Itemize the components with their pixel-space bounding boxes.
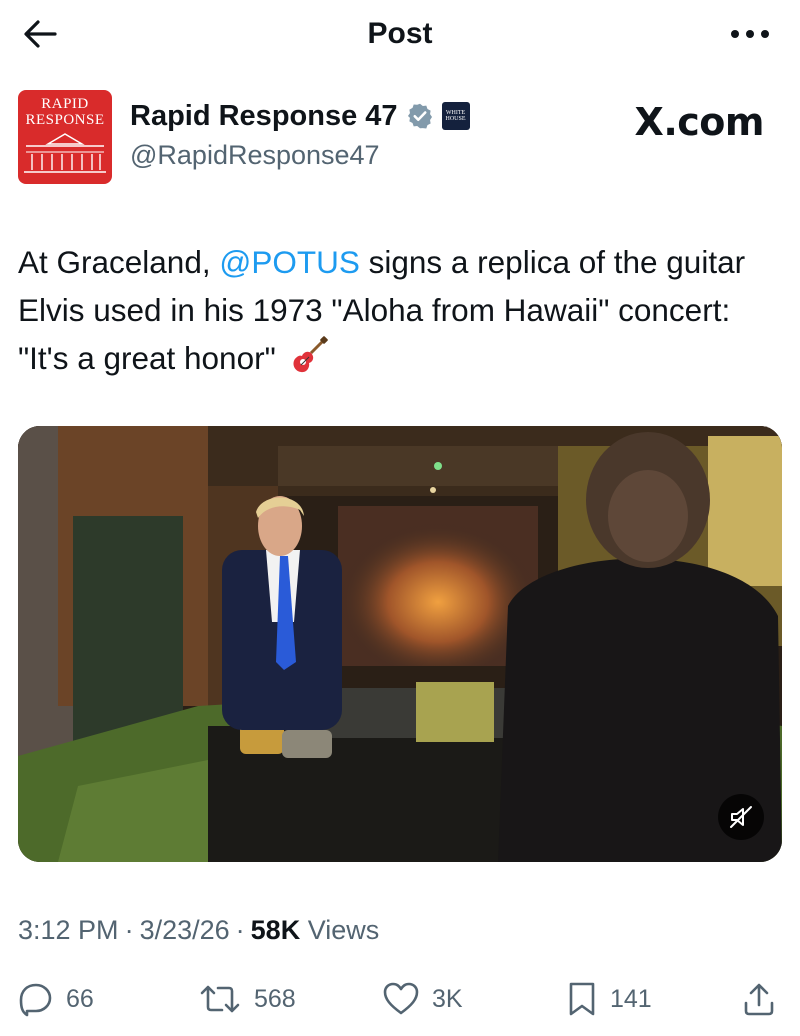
mention-link[interactable]: @POTUS xyxy=(219,244,360,280)
avatar-line-2: RESPONSE xyxy=(25,112,105,128)
share-icon xyxy=(744,983,774,1016)
views-count[interactable]: 58K xyxy=(251,915,301,945)
top-bar: Post xyxy=(0,0,800,66)
post-meta: 3:12 PM · 3/23/26 · 58K Views xyxy=(18,910,379,950)
heart-icon xyxy=(383,982,419,1015)
share-button[interactable] xyxy=(742,974,776,1024)
repost-icon xyxy=(200,985,240,1013)
page-title: Post xyxy=(367,17,433,50)
author-name-row: Rapid Response 47 WHITE HOUSE xyxy=(130,96,470,136)
guitar-emoji-icon xyxy=(293,336,328,373)
video-frame xyxy=(18,426,782,862)
source-label: X.com xyxy=(634,100,765,144)
affiliation-line-2: HOUSE xyxy=(445,116,466,122)
avatar-line-1: RAPID xyxy=(41,96,89,112)
more-options-button[interactable] xyxy=(722,14,778,54)
bookmark-button[interactable]: 141 xyxy=(566,974,652,1024)
white-house-affiliation-badge[interactable]: WHITE HOUSE xyxy=(441,102,470,130)
author-name[interactable]: Rapid Response 47 xyxy=(130,100,398,133)
repost-count: 568 xyxy=(254,984,296,1013)
like-count: 3K xyxy=(432,984,463,1013)
avatar[interactable]: RAPID RESPONSE xyxy=(18,90,112,184)
muted-speaker-icon xyxy=(730,806,752,828)
post-time[interactable]: 3:12 PM xyxy=(18,915,119,945)
avatar-text: RAPID RESPONSE xyxy=(18,96,112,128)
repost-button[interactable]: 568 xyxy=(198,974,296,1024)
meta-separator: · xyxy=(124,915,134,945)
reply-button[interactable]: 66 xyxy=(18,974,94,1024)
meta-separator: · xyxy=(235,915,245,945)
reply-count: 66 xyxy=(66,984,94,1013)
action-bar: 66 568 3K 141 xyxy=(0,974,800,1024)
mute-button[interactable] xyxy=(718,794,764,840)
bookmark-count: 141 xyxy=(610,984,652,1013)
like-button[interactable]: 3K xyxy=(382,974,463,1024)
video-player[interactable] xyxy=(18,426,782,862)
views-label: Views xyxy=(307,915,380,945)
reply-icon xyxy=(19,983,52,1017)
post-page: Post RAPID RESPONSE Rapid Response 47 WH… xyxy=(0,0,800,1036)
tweet-text: At Graceland, @POTUS signs a replica of … xyxy=(18,238,788,382)
white-house-icon xyxy=(24,133,106,173)
more-dots-icon xyxy=(731,30,769,38)
tweet-text-part-1: At Graceland, xyxy=(18,244,220,280)
verified-badge-icon xyxy=(407,103,432,129)
post-date[interactable]: 3/23/26 xyxy=(140,915,230,945)
bookmark-icon xyxy=(569,982,595,1016)
author-handle[interactable]: @RapidResponse47 xyxy=(130,140,380,171)
author-block: RAPID RESPONSE Rapid Response 47 WHITE H… xyxy=(18,90,782,186)
